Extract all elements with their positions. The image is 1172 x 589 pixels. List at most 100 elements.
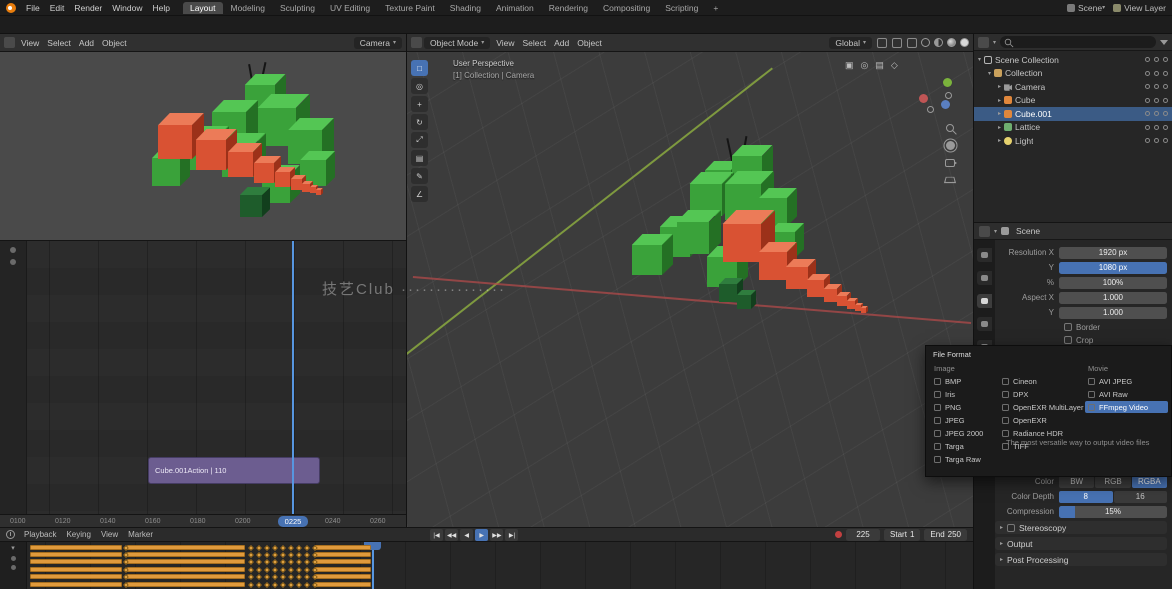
keyframe-bar[interactable] [30,545,122,550]
keyframe-diamond[interactable] [248,545,254,551]
properties-tab-tool[interactable] [977,248,992,262]
depth-option-8[interactable]: 8 [1059,491,1113,503]
outliner-row[interactable]: ▾Scene Collection [974,53,1172,67]
keyframe-diamond[interactable] [288,552,294,558]
visibility-toggle-icon[interactable] [1154,138,1159,143]
scene-cube[interactable] [632,245,662,275]
gizmo-y-axis[interactable] [943,78,952,87]
menu-item-avi-raw[interactable]: AVI Raw [1085,388,1168,400]
scene-cube[interactable] [158,125,192,159]
channel-icon[interactable] [10,259,16,265]
select-tool-icon[interactable]: □ [411,60,428,76]
shading-wireframe-icon[interactable] [921,38,930,47]
menu-item-jpeg[interactable]: JPEG [931,414,999,426]
menu-file[interactable]: File [21,3,45,13]
tab-shading[interactable]: Shading [443,2,488,14]
select-box-icon[interactable]: ▣ [845,60,854,71]
disclosure-down-icon[interactable]: ▾ [0,544,26,552]
scene-cube[interactable] [737,295,751,309]
keyframe-diamond[interactable] [256,545,262,551]
zoom-icon[interactable] [946,124,954,132]
measure-tool-icon[interactable]: ∠ [411,186,428,202]
navigation-gizmo[interactable] [917,76,957,116]
keyframe-bar[interactable] [127,559,245,564]
keyframe-bar[interactable] [315,559,371,564]
channel-icon[interactable] [11,565,16,570]
menu-item-openexr[interactable]: OpenEXR [999,414,1085,426]
tab-rendering[interactable]: Rendering [542,2,595,14]
keyframe-diamond[interactable] [288,582,294,588]
editor-type-icon[interactable] [411,37,422,48]
scene-cube[interactable] [196,140,226,170]
keyframe-diamond[interactable] [272,582,278,588]
disclosure-down-icon[interactable]: ▾ [988,70,991,77]
aspect-x-field[interactable]: 1.000 [1059,292,1167,304]
perspective-toggle-icon[interactable] [944,177,956,183]
keyframe-diamond[interactable] [288,559,294,565]
color-option-rgb[interactable]: RGB [1095,476,1130,488]
menu-select[interactable]: Select [43,38,75,48]
keyframe-diamond[interactable] [280,582,286,588]
panel-section-stereoscopy[interactable]: ▸Stereoscopy [995,521,1167,534]
shading-rendered-icon[interactable] [960,38,969,47]
scene-cube[interactable] [824,289,837,302]
menu-item-cineon[interactable]: Cineon [999,375,1085,387]
menu-item-jpeg-2000[interactable]: JPEG 2000 [931,427,999,439]
keyframe-diamond[interactable] [248,552,254,558]
menu-item-png[interactable]: PNG [931,401,999,413]
channel-icon[interactable] [11,556,16,561]
menu-object[interactable]: Object [573,38,606,48]
channel-icon[interactable] [10,247,16,253]
keyframe-diamond[interactable] [256,582,262,588]
keyframe-diamond[interactable] [264,559,270,565]
menu-item-dpx[interactable]: DPX [999,388,1085,400]
xray-toggle-icon[interactable]: ◇ [891,60,898,71]
keyframe-diamond[interactable] [296,582,302,588]
scene-cube[interactable] [719,284,737,302]
panel-section-post-processing[interactable]: ▸Post Processing [995,553,1167,566]
visibility-toggle-icon[interactable] [1154,98,1159,103]
resolution-x-field[interactable]: 1920 px [1059,247,1167,259]
scene-cube[interactable] [677,222,709,254]
keyframe-bar[interactable] [127,567,245,572]
outliner-row[interactable]: ▾Collection [974,67,1172,81]
scene-cube[interactable] [240,195,262,217]
timeline-editor-icon[interactable] [6,530,15,539]
visibility-toggle-icon[interactable] [1145,111,1150,116]
transport-play-button[interactable]: ▶ [475,529,488,541]
keyframe-diamond[interactable] [248,559,254,565]
disclosure-right-icon[interactable]: ▸ [998,124,1001,131]
keyframe-bar[interactable] [30,567,122,572]
disclosure-right-icon[interactable]: ▸ [998,137,1001,144]
menu-item-bmp[interactable]: BMP [931,375,999,387]
menu-help[interactable]: Help [147,3,174,13]
keyframe-bar[interactable] [30,574,122,579]
keyframe-bar[interactable] [30,559,122,564]
menu-view[interactable]: View [492,38,518,48]
keyframe-bar[interactable] [30,552,122,557]
visibility-toggle-icon[interactable] [1163,138,1168,143]
visibility-toggle-icon[interactable] [1145,84,1150,89]
menu-view[interactable]: View [17,38,43,48]
keyframe-diamond[interactable] [296,545,302,551]
rotate-tool-icon[interactable]: ↻ [411,114,428,130]
current-frame-field[interactable]: 225 [846,529,880,541]
frame-ruler[interactable]: 0225 01000120014001600180020002400260 [0,514,406,527]
scene-cube[interactable] [291,179,302,190]
properties-tab-render[interactable] [977,271,992,285]
scene-cube[interactable] [786,267,808,289]
keyframe-bar[interactable] [315,567,371,572]
visibility-toggle-icon[interactable] [1163,125,1168,130]
panel-section-output[interactable]: ▸Output [995,537,1167,550]
scene-cube[interactable] [228,152,253,177]
keyframe-diamond[interactable] [304,559,310,565]
menu-item-openexr-multilayer[interactable]: OpenEXR MultiLayer [999,401,1085,413]
disclosure-right-icon[interactable]: ▸ [998,110,1001,117]
visibility-toggle-icon[interactable] [1154,57,1159,62]
cursor-tool-icon[interactable]: ◎ [411,78,428,94]
compression-slider[interactable]: 15% [1059,506,1167,518]
visibility-toggle-icon[interactable] [1145,138,1150,143]
filter-icon[interactable] [1160,40,1168,45]
keyframe-bar[interactable] [127,545,245,550]
scene-cube[interactable] [316,190,321,195]
